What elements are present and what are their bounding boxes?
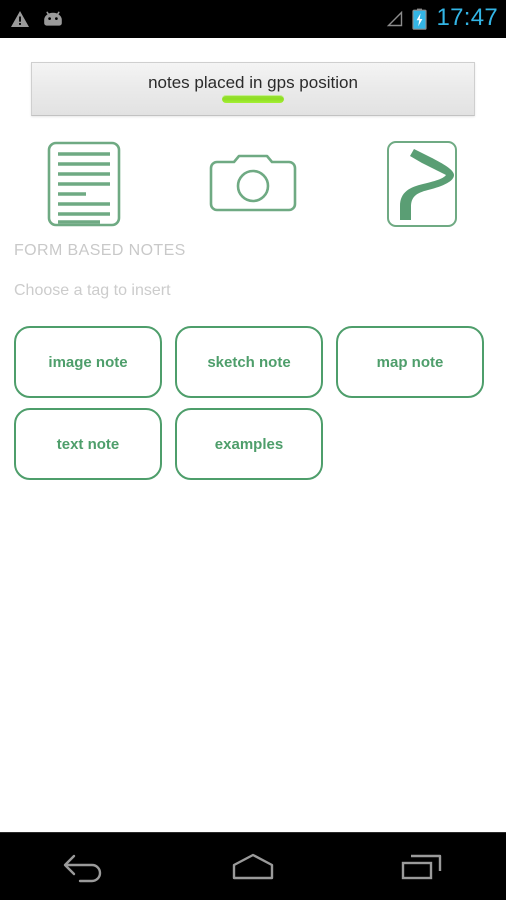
tag-button-group: image note sketch note map note text not… [0,300,490,480]
nav-back-button[interactable] [0,833,169,900]
nav-recents-button[interactable] [337,833,506,900]
tag-button-examples[interactable]: examples [175,408,323,480]
battery-charging-icon [412,8,428,30]
tag-button-image-note[interactable]: image note [14,326,162,398]
text-note-icon [48,141,121,227]
android-navigation-bar [0,832,506,900]
status-bar-clock: 17:47 [436,4,498,31]
status-bar-left-icons [10,9,65,29]
quick-note-sketch-button[interactable] [337,134,506,234]
content-filler [0,480,506,832]
status-bar: 17:47 [0,0,506,38]
warning-triangle-icon [11,11,29,27]
back-arrow-icon [64,854,102,882]
form-based-notes-heading: FORM BASED NOTES [14,242,186,259]
android-robot-icon [44,11,62,26]
recent-apps-icon [401,854,441,879]
tab-selected-indicator [222,95,284,103]
quick-note-camera-button[interactable] [169,134,338,234]
quick-note-icon-row [0,116,506,234]
signal-triangle-icon [387,10,403,27]
tag-button-text-note[interactable]: text note [14,408,162,480]
choose-tag-subtitle: Choose a tag to insert [14,282,171,299]
page-title: notes placed in gps position [148,73,358,92]
app-root: 17:47 notes placed in gps position FORM … [0,0,506,900]
tab-notes-placed-in-gps-position[interactable]: notes placed in gps position [31,62,475,116]
camera-note-icon [209,154,297,212]
home-icon [232,853,274,879]
quick-note-text-button[interactable] [0,134,169,234]
sketch-path-note-icon [386,141,457,227]
tag-button-map-note[interactable]: map note [336,326,484,398]
status-bar-right-icons: 17:47 [385,4,498,31]
title-bar-container: notes placed in gps position [0,38,506,116]
tag-button-sketch-note[interactable]: sketch note [175,326,323,398]
nav-home-button[interactable] [169,833,338,900]
